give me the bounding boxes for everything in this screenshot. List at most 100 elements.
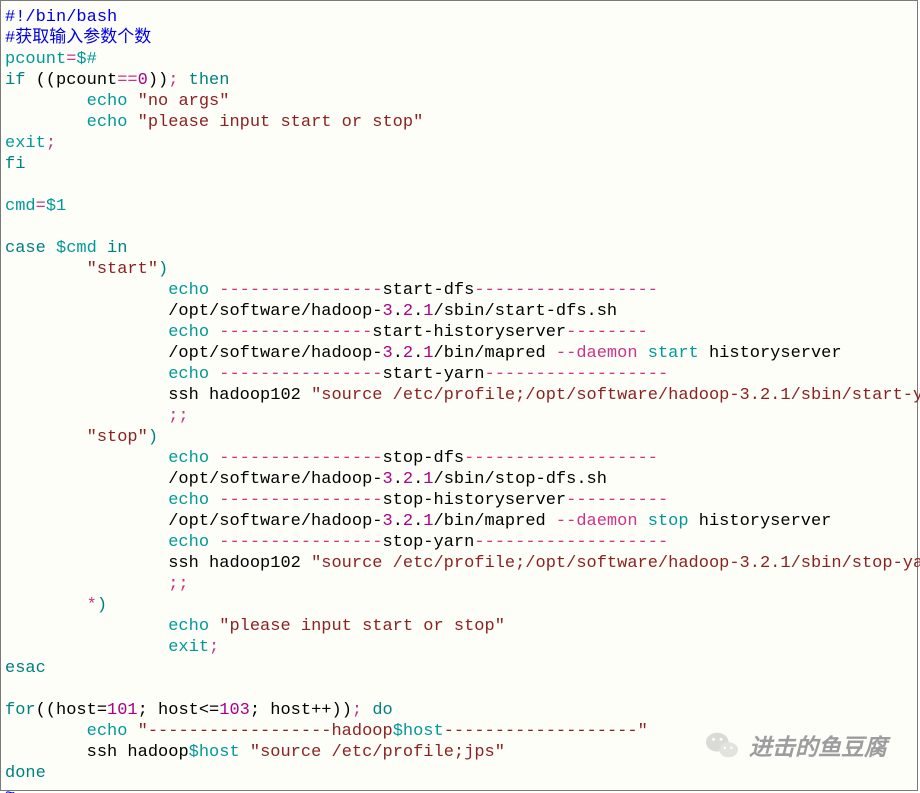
do-kw: do [372, 701, 392, 720]
path-part: /opt/software/hadoop- [168, 470, 382, 489]
done-kw: done [5, 764, 46, 783]
ver-1: 1 [423, 302, 433, 321]
hadoop102: hadoop102 [199, 554, 311, 573]
path-hadoop-str: ;/opt/software/hadoop-3.2.1 [515, 386, 790, 405]
case-stop: "stop" [87, 428, 148, 447]
echo-kw: echo [87, 92, 128, 111]
for-kw: for [5, 701, 36, 720]
comment-line: #获取输入参数个数 [5, 29, 151, 48]
path-mapred: /bin/mapred [434, 512, 556, 531]
src-profile: source /etc/profile [321, 386, 515, 405]
sp-hadoop: hadoop [117, 743, 188, 762]
ver-2: 2 [403, 470, 413, 489]
echo-kw: echo [168, 617, 209, 636]
dq: " [250, 743, 260, 762]
star: * [87, 596, 97, 615]
dollar-1: $1 [46, 197, 66, 216]
eq-2: = [36, 197, 46, 216]
path-part: /opt/software/hadoop- [168, 344, 382, 363]
echo-kw: echo [168, 533, 209, 552]
ver-3: 3 [382, 302, 392, 321]
echo-kw: echo [87, 722, 128, 741]
ver-3: 3 [382, 470, 392, 489]
if-test-open: ((pcount [25, 71, 117, 90]
daemon-flag: --daemon [556, 512, 638, 531]
str-please: "please input start or stop" [219, 617, 505, 636]
echo-kw: echo [168, 365, 209, 384]
txt-stop-dfs: stop-dfs [382, 449, 464, 468]
case-start: "start" [87, 260, 158, 279]
dollar-host: $host [393, 722, 444, 741]
txt-start-yarn: start-yarn [382, 365, 484, 384]
path-tail: /sbin/start-dfs.sh [434, 302, 618, 321]
dot: . [393, 302, 403, 321]
dash-host-b: ------------------- [444, 722, 638, 741]
double-semi: ;; [168, 407, 188, 426]
echo-kw: echo [168, 491, 209, 510]
txt-stop-hs: stop-historyserver [382, 491, 566, 510]
dot: . [413, 512, 423, 531]
path-hadoop-str: ;/opt/software/hadoop-3.2.1 [515, 554, 790, 573]
double-eq: == [117, 71, 137, 90]
src-profile: source /etc/profile [321, 554, 515, 573]
for-mid: ; host<= [138, 701, 220, 720]
path-mapred: /bin/mapred [434, 344, 556, 363]
hadoop-txt: hadoop [331, 722, 392, 741]
dash-host-a: ------------------ [148, 722, 332, 741]
dollar-hash: $# [76, 50, 96, 69]
n103: 103 [219, 701, 250, 720]
str-no-args: "no args" [138, 92, 230, 111]
if-kw: if [5, 71, 25, 90]
dash-b: -------- [566, 323, 648, 342]
esac-kw: esac [5, 659, 46, 678]
dash-b: ------------------ [474, 281, 658, 300]
wechat-icon [705, 728, 739, 762]
echo-kw: echo [168, 281, 209, 300]
watermark-text: 进击的鱼豆腐 [749, 728, 887, 762]
dq: " [311, 554, 321, 573]
dash-a: --------------- [219, 323, 372, 342]
daemon-flag: --daemon [556, 344, 638, 363]
dash-a: ---------------- [219, 533, 382, 552]
txt-start-hs: start-historyserver [372, 323, 566, 342]
dq: " [138, 722, 148, 741]
shebang-line: #!/bin/bash [5, 8, 117, 27]
code-block: #!/bin/bash #获取输入参数个数 pcount=$# if ((pco… [1, 1, 917, 793]
dot: . [413, 302, 423, 321]
paren-close: ) [97, 596, 107, 615]
ssh-tok: ssh [87, 743, 118, 762]
ver-1: 1 [423, 470, 433, 489]
stop-tok: stop [648, 512, 689, 531]
txt-start-dfs: start-dfs [382, 281, 474, 300]
echo-kw: echo [168, 323, 209, 342]
hs-tok: historyserver [699, 344, 842, 363]
dash-b: ------------------- [474, 533, 668, 552]
semi-then: ; [168, 71, 188, 90]
dash-b: ------------------ [485, 365, 669, 384]
ssh-tok: ssh [168, 554, 199, 573]
dollar-host: $host [189, 743, 240, 762]
dollar-cmd: $cmd [56, 239, 97, 258]
var-pcount: pcount [5, 50, 66, 69]
watermark: 进击的鱼豆腐 [705, 728, 887, 762]
echo-kw: echo [87, 113, 128, 132]
path-part: /opt/software/hadoop- [168, 302, 382, 321]
dq: " [311, 386, 321, 405]
ver-1: 1 [423, 512, 433, 531]
dot: . [393, 470, 403, 489]
semi-do: ; [352, 701, 372, 720]
exit-kw: exit [168, 638, 209, 657]
stop-yarn-tail: /sbin/stop-yarn.sh" [791, 554, 920, 573]
case-kw: case [5, 239, 46, 258]
dot: . [393, 344, 403, 363]
dot: . [393, 512, 403, 531]
n101: 101 [107, 701, 138, 720]
dot: . [413, 470, 423, 489]
in-kw: in [107, 239, 127, 258]
tilde: ~ [5, 785, 15, 793]
echo-kw: echo [168, 449, 209, 468]
eq-1: = [66, 50, 76, 69]
exit-semi: ; [209, 638, 219, 657]
dash-b: ---------- [566, 491, 668, 510]
path-part: /opt/software/hadoop- [168, 512, 382, 531]
